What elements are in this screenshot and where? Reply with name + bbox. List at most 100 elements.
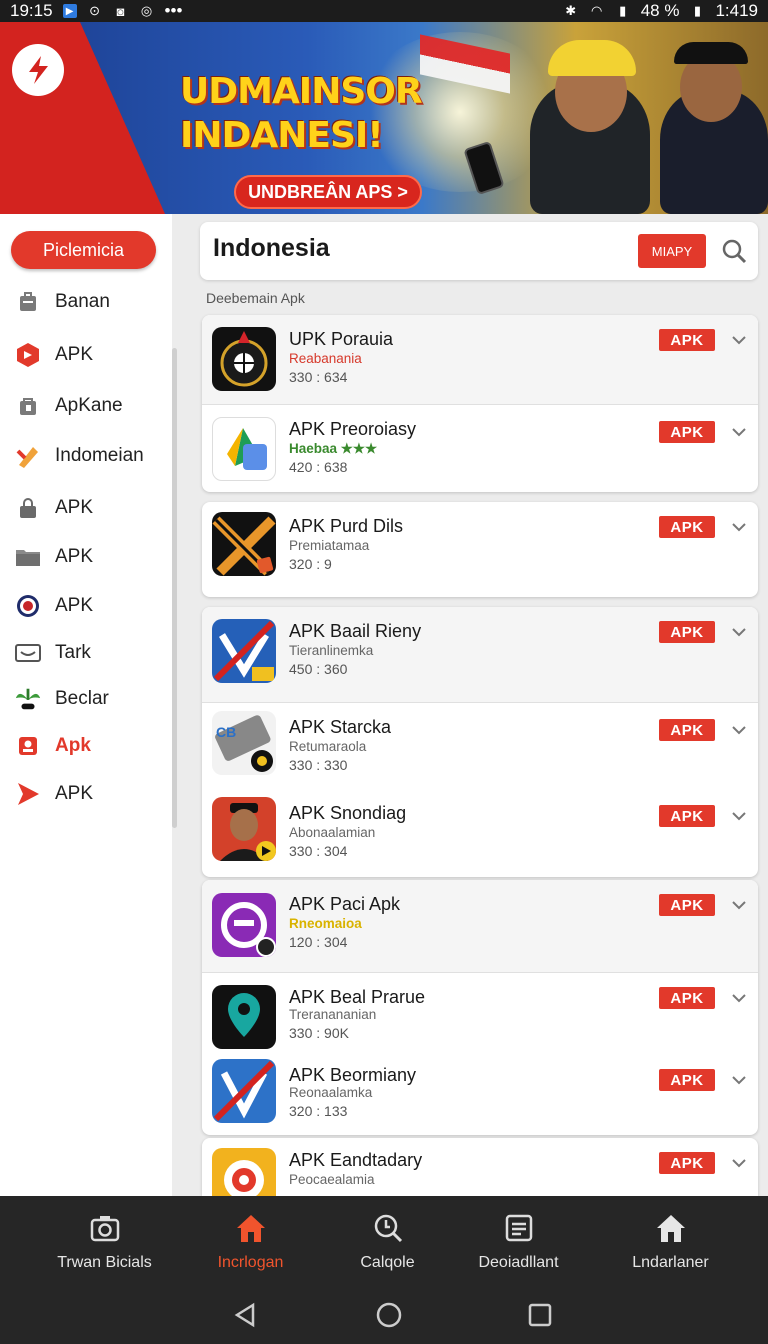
sidebar-item-label: Beclar: [55, 688, 109, 709]
app-name: UPK Porauia: [289, 329, 394, 349]
signal-icon: ▮: [619, 3, 627, 18]
chevron-down-icon[interactable]: [730, 807, 748, 825]
system-nav-bar: [0, 1284, 768, 1344]
instagram-icon: ◎: [140, 3, 153, 18]
sidebar-item-apk-5[interactable]: APK: [14, 779, 93, 809]
chevron-down-icon[interactable]: [730, 1154, 748, 1172]
app-row[interactable]: APK Snondiag Abonaalamian 330 : 304 APK: [202, 789, 758, 877]
app-subtitle: Reonaalamka: [289, 1085, 373, 1100]
status-bar: 19:15 ▶ ⊙ ◙ ◎ ••• ✱ ◠ ▮ 48 % ▮ 1:419: [0, 0, 768, 22]
section-label: Deebemain Apk: [206, 290, 305, 306]
chevron-down-icon[interactable]: [730, 896, 748, 914]
sidebar-item-label: Indomeian: [55, 445, 144, 466]
app-row[interactable]: APK Baail Rieny Tieranlinemka 450 : 360 …: [202, 607, 758, 703]
home-icon: [235, 1212, 267, 1244]
sidebar-item-tark[interactable]: Tark: [14, 638, 91, 668]
nav-label: Lndarlaner: [632, 1254, 709, 1271]
badge-icon: [14, 733, 42, 759]
app-subtitle: Premiatamaa: [289, 538, 370, 553]
svg-text:CB: CB: [216, 724, 236, 740]
sidebar-item-apk-4[interactable]: APK: [14, 591, 93, 621]
promo-banner[interactable]: UDMAINSOR INDANESI! UNDBREÂN APS >: [0, 22, 768, 214]
shield-x-app-icon: [212, 1059, 276, 1123]
bag-icon: [14, 393, 42, 419]
bottom-nav: Trwan Bicials Incrlogan Calqole Deoiadll…: [0, 1196, 768, 1284]
sidebar-item-apk-3[interactable]: APK: [14, 542, 93, 572]
chevron-down-icon[interactable]: [730, 989, 748, 1007]
app-name: APK Purd Dils: [289, 516, 404, 536]
app-row[interactable]: UPK Porauia Reabanania 330 : 634 APK: [202, 315, 758, 405]
sidebar-item-apkane[interactable]: ApKane: [14, 391, 123, 421]
banner-headline: UDMAINSOR INDANESI!: [180, 70, 423, 158]
apk-badge[interactable]: APK: [659, 894, 715, 916]
shield-v-app-icon: [212, 619, 276, 683]
app-row[interactable]: APK Preoroiasy Haebaa ★★★ 420 : 638 APK: [202, 405, 758, 492]
search-icon[interactable]: [720, 237, 748, 265]
apk-badge[interactable]: APK: [659, 719, 715, 741]
home-circle-icon[interactable]: [376, 1302, 402, 1328]
apk-badge[interactable]: APK: [659, 1152, 715, 1174]
apk-badge[interactable]: APK: [659, 329, 715, 351]
emblem-app-icon: [212, 327, 276, 391]
apk-badge[interactable]: APK: [659, 421, 715, 443]
camera-icon: [89, 1212, 121, 1244]
app-row[interactable]: APK Beormiany Reonaalamka 320 : 133 APK: [202, 1053, 758, 1135]
chevron-down-icon[interactable]: [730, 1071, 748, 1089]
back-icon[interactable]: [232, 1302, 258, 1328]
nav-item-home[interactable]: Incrlogan: [174, 1196, 327, 1284]
sidebar-item-label: APK: [55, 546, 94, 567]
sidebar-item-beclar[interactable]: Beclar: [14, 684, 109, 714]
app-row[interactable]: APK Eandtadary Peocaealamia APK: [202, 1138, 758, 1196]
app-stats: 320 : 133: [289, 1103, 348, 1119]
sidebar-item-label: APK: [55, 497, 94, 518]
sidebar-item-banan[interactable]: Banan: [14, 287, 110, 317]
banner-headline-line2: INDANESI!: [180, 115, 384, 156]
app-subtitle: Abonaalamian: [289, 825, 376, 840]
app-row[interactable]: CB APK Starcka Retumaraola 330 : 330 APK: [202, 703, 758, 789]
sidebar-primary-button[interactable]: Piclemicia: [11, 231, 156, 269]
nav-item-house[interactable]: Lndarlaner: [594, 1196, 747, 1284]
sidebar-item-apk-active[interactable]: Apk: [14, 731, 91, 761]
app-row[interactable]: APK Paci Apk Rneomaioa 120 : 304 APK: [202, 880, 758, 973]
sidebar-item-apk-2[interactable]: APK: [14, 493, 93, 523]
app-card-2: APK Purd Dils Premiatamaa 320 : 9 APK: [202, 502, 758, 597]
app-logo-icon[interactable]: [12, 44, 64, 96]
recents-icon[interactable]: [527, 1302, 553, 1328]
nav-item-camera[interactable]: Trwan Bicials: [28, 1196, 181, 1284]
apk-badge[interactable]: APK: [659, 805, 715, 827]
app-card-3: APK Baail Rieny Tieranlinemka 450 : 360 …: [202, 607, 758, 877]
nav-item-documents[interactable]: Deoiadllant: [442, 1196, 595, 1284]
play-icon: [14, 781, 42, 807]
app-row[interactable]: APK Beal Prarue Treranananian 330 : 90K …: [202, 973, 758, 1053]
sidebar-item-label: Apk: [55, 735, 91, 756]
chevron-down-icon[interactable]: [730, 331, 748, 349]
app-name: APK Baail Rieny: [289, 621, 422, 641]
sidebar-item-indomeian[interactable]: Indomeian: [14, 441, 144, 471]
banner-cta-button[interactable]: UNDBREÂN APS >: [234, 175, 422, 209]
chevron-down-icon[interactable]: [730, 623, 748, 641]
app-name: APK Eandtadary: [289, 1150, 423, 1170]
briefcase-icon: [14, 289, 42, 315]
apk-badge[interactable]: APK: [659, 987, 715, 1009]
sidebar-scrollbar[interactable]: [172, 348, 177, 828]
apk-badge[interactable]: APK: [659, 621, 715, 643]
filter-chip-button[interactable]: MIAPY: [638, 234, 706, 268]
app-stats: 330 : 304: [289, 843, 348, 859]
chevron-down-icon[interactable]: [730, 518, 748, 536]
banner-person-2-hat: [674, 42, 748, 64]
apk-badge[interactable]: APK: [659, 516, 715, 538]
chat-app-icon: [212, 893, 276, 957]
app-row[interactable]: APK Purd Dils Premiatamaa 320 : 9 APK: [202, 502, 758, 597]
app-name: APK Beormiany: [289, 1065, 417, 1085]
app-subtitle: Rneomaioa: [289, 916, 362, 931]
chevron-down-icon[interactable]: [730, 423, 748, 441]
sidebar-item-label: APK: [55, 595, 94, 616]
chevron-down-icon[interactable]: [730, 721, 748, 739]
apk-badge[interactable]: APK: [659, 1069, 715, 1091]
lock-icon: [14, 495, 42, 521]
hexagon-apk-icon: [14, 342, 42, 368]
sidebar-item-apk-1[interactable]: APK: [14, 340, 93, 370]
app-name: APK Starcka: [289, 717, 392, 737]
nav-label: Calqole: [360, 1254, 415, 1271]
battery-icon: ▮: [693, 3, 702, 18]
